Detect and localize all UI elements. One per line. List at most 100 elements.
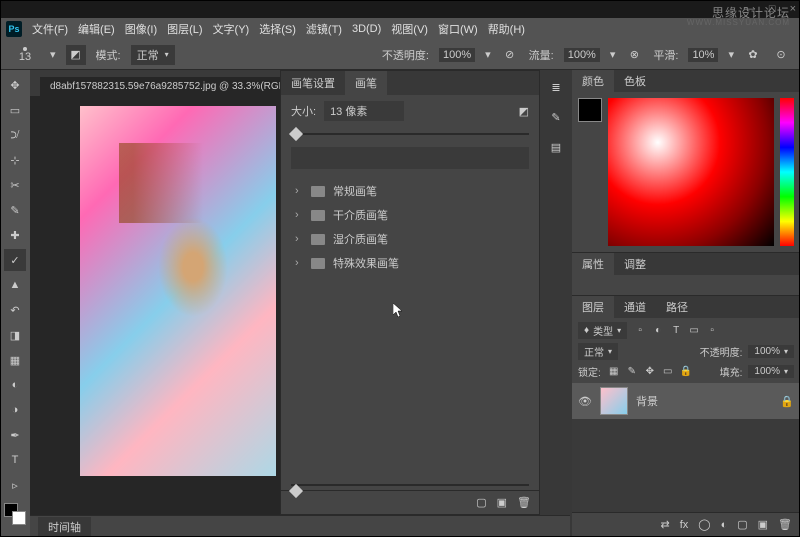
tab-properties[interactable]: 属性 [572, 253, 614, 275]
lock-transparent-icon[interactable]: ▦ [607, 365, 621, 379]
tab-layers[interactable]: 图层 [572, 296, 614, 318]
delete-brush-icon[interactable]: 🗑 [517, 496, 531, 509]
brush-folder[interactable]: 常规画笔 [281, 179, 539, 203]
hue-slider[interactable] [780, 98, 794, 246]
tab-color[interactable]: 颜色 [572, 70, 614, 92]
airbrush-icon[interactable]: ⊗ [625, 46, 643, 64]
brush-folder[interactable]: 特殊效果画笔 [281, 251, 539, 275]
menu-type[interactable]: 文字(Y) [209, 19, 254, 39]
eraser-tool[interactable]: ◨ [4, 324, 26, 346]
layer-group-icon[interactable]: ▢ [737, 518, 747, 531]
menu-file[interactable]: 文件(F) [28, 19, 72, 39]
tab-brushes[interactable]: 画笔 [345, 71, 387, 95]
stamp-tool[interactable]: ▲ [4, 274, 26, 296]
lock-position-icon[interactable]: ✥ [643, 365, 657, 379]
healing-tool[interactable]: ✚ [4, 224, 26, 246]
menu-select[interactable]: 选择(S) [255, 19, 300, 39]
menu-help[interactable]: 帮助(H) [484, 19, 529, 39]
smoothing-chevron-icon[interactable]: ▾ [728, 48, 734, 61]
quick-select-tool[interactable]: ⊹ [4, 149, 26, 171]
crop-tool[interactable]: ✂ [4, 174, 26, 196]
history-brush-tool[interactable]: ↶ [4, 299, 26, 321]
flow-chevron-icon[interactable]: ▾ [610, 48, 616, 61]
blend-mode-dropdown[interactable]: 正常 [131, 45, 175, 65]
layer-name[interactable]: 背景 [636, 393, 658, 409]
layer-filter-dropdown[interactable]: ♦类型 [578, 322, 627, 339]
delete-layer-icon[interactable]: 🗑 [778, 518, 792, 531]
layer-fill-value[interactable]: 100% [748, 365, 794, 378]
pressure-opacity-icon[interactable]: ⊘ [501, 46, 519, 64]
new-layer-icon[interactable]: ▣ [758, 518, 768, 531]
menu-filter[interactable]: 滤镜(T) [302, 19, 346, 39]
smoothing-value[interactable]: 10% [688, 48, 718, 62]
color-swatch[interactable] [4, 503, 26, 525]
brush-size-label: 大小: [291, 103, 316, 119]
flow-value[interactable]: 100% [564, 48, 600, 62]
brush-panel-toggle-icon[interactable]: ◩ [66, 45, 86, 65]
brush-folder[interactable]: 干介质画笔 [281, 203, 539, 227]
gradient-tool[interactable]: ▦ [4, 349, 26, 371]
brush-size-input[interactable]: 13 像素 [324, 101, 404, 121]
new-brush-group-icon[interactable]: ▢ [476, 496, 486, 509]
menu-view[interactable]: 视图(V) [387, 19, 432, 39]
background-color[interactable] [12, 511, 26, 525]
pressure-size-icon[interactable]: ⊙ [772, 46, 790, 64]
history-dock-icon[interactable]: ≣ [545, 76, 567, 98]
layer-row[interactable]: 👁 背景 🔒 [572, 383, 800, 419]
path-select-tool[interactable]: ▹ [4, 474, 26, 496]
lasso-tool[interactable]: ⟉ [4, 124, 26, 146]
opacity-value[interactable]: 100% [439, 48, 475, 62]
menu-image[interactable]: 图像(I) [121, 19, 161, 39]
eyedropper-tool[interactable]: ✎ [4, 199, 26, 221]
current-color[interactable] [578, 98, 602, 122]
brush-dock-icon[interactable]: ✎ [545, 106, 567, 128]
brush-search-input[interactable] [291, 147, 529, 169]
brush-tool[interactable]: ✓ [4, 249, 26, 271]
layer-lock-icon[interactable]: 🔒 [780, 395, 794, 408]
pen-tool[interactable]: ✒ [4, 424, 26, 446]
smoothing-options-icon[interactable]: ✿ [744, 46, 762, 64]
blur-tool[interactable]: ◐ [4, 374, 26, 396]
menu-window[interactable]: 窗口(W) [434, 19, 482, 39]
brush-folder[interactable]: 湿介质画笔 [281, 227, 539, 251]
lock-pixels-icon[interactable]: ✎ [625, 365, 639, 379]
menu-3d[interactable]: 3D(D) [348, 21, 385, 37]
canvas[interactable] [80, 106, 276, 476]
move-tool[interactable]: ✥ [4, 74, 26, 96]
type-tool[interactable]: T [4, 449, 26, 471]
filter-type-icon[interactable]: T [669, 324, 683, 338]
layer-visibility-icon[interactable]: 👁 [578, 395, 592, 408]
adjustment-layer-icon[interactable]: ◐ [721, 519, 728, 531]
tab-swatches[interactable]: 色板 [614, 70, 656, 92]
dodge-tool[interactable]: ◑ [4, 399, 26, 421]
filter-smart-icon[interactable]: ▫ [705, 324, 719, 338]
lock-artboard-icon[interactable]: ▭ [661, 365, 675, 379]
color-picker-field[interactable] [608, 98, 774, 246]
link-layers-icon[interactable]: ⇄ [660, 518, 669, 531]
brush-flip-icon[interactable]: ◩ [519, 105, 529, 118]
opacity-chevron-icon[interactable]: ▾ [485, 48, 491, 61]
marquee-tool[interactable]: ▭ [4, 99, 26, 121]
layer-thumbnail[interactable] [600, 387, 628, 415]
menu-layer[interactable]: 图层(L) [163, 19, 206, 39]
brush-size-slider[interactable] [281, 127, 539, 141]
filter-pixel-icon[interactable]: ▫ [633, 324, 647, 338]
tab-paths[interactable]: 路径 [656, 296, 698, 318]
close-button[interactable]: × [790, 3, 796, 15]
lock-all-icon[interactable]: 🔒 [679, 365, 693, 379]
filter-shape-icon[interactable]: ▭ [687, 324, 701, 338]
menu-edit[interactable]: 编辑(E) [74, 19, 119, 39]
layer-opacity-value[interactable]: 100% [748, 345, 794, 358]
library-dock-icon[interactable]: ▤ [545, 136, 567, 158]
tab-adjustments[interactable]: 调整 [614, 253, 656, 275]
brush-picker-chevron-icon[interactable]: ▾ [50, 48, 56, 61]
tab-brush-settings[interactable]: 画笔设置 [281, 71, 345, 95]
brush-preview[interactable]: 13 [10, 43, 40, 67]
layer-fx-icon[interactable]: fx [680, 519, 689, 531]
layer-mask-icon[interactable]: ◯ [698, 518, 710, 531]
tab-timeline[interactable]: 时间轴 [38, 517, 91, 537]
filter-adjust-icon[interactable]: ◐ [651, 324, 665, 338]
tab-channels[interactable]: 通道 [614, 296, 656, 318]
layer-blend-dropdown[interactable]: 正常 [578, 343, 618, 360]
new-brush-icon[interactable]: ▣ [497, 496, 507, 509]
